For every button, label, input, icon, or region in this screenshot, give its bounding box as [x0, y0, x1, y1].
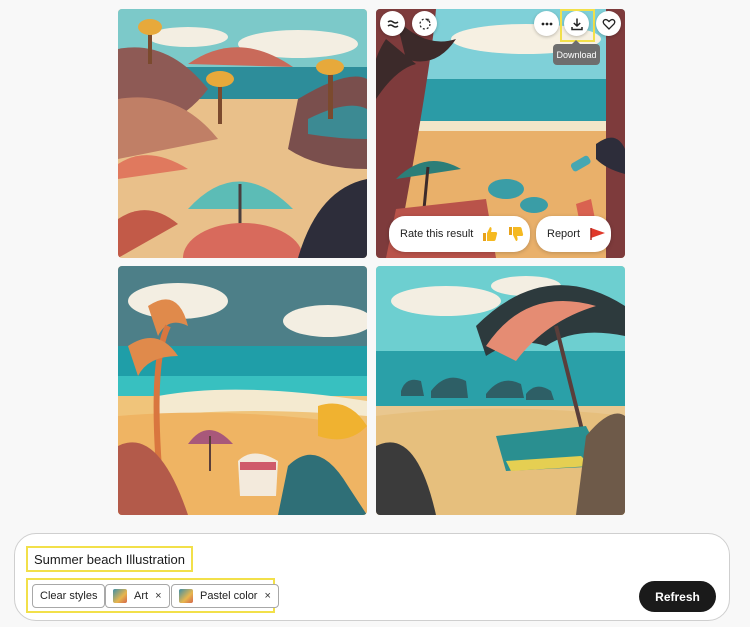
report-button[interactable]: Report — [536, 216, 611, 252]
thumbs-down-icon[interactable] — [507, 225, 525, 243]
sparkle-similar-icon — [418, 17, 431, 30]
refresh-button[interactable]: Refresh — [639, 581, 716, 612]
style-chip-label: Art — [134, 590, 149, 602]
remove-style-icon[interactable]: × — [264, 590, 270, 602]
beach-illustration-1 — [118, 9, 367, 258]
style-chip-art[interactable]: Art × — [105, 584, 170, 608]
clear-styles-label: Clear styles — [40, 590, 98, 602]
thumbs-up-icon[interactable] — [481, 225, 499, 243]
beach-illustration-4 — [376, 266, 625, 515]
beach-illustration-3 — [118, 266, 367, 515]
prompt-input[interactable]: Summer beach Illustration — [26, 546, 194, 572]
style-chip-pastel-color[interactable]: Pastel color × — [171, 584, 279, 608]
image-results-grid — [0, 0, 750, 520]
favorite-button[interactable] — [596, 11, 621, 36]
variation-button[interactable] — [380, 11, 405, 36]
remove-style-icon[interactable]: × — [155, 590, 161, 602]
download-highlight — [560, 9, 595, 42]
rate-result-pill: Rate this result — [389, 216, 530, 252]
generate-similar-button[interactable] — [412, 11, 437, 36]
report-label: Report — [547, 228, 581, 240]
rate-result-label: Rate this result — [400, 228, 474, 240]
result-image-3[interactable] — [118, 266, 367, 515]
more-options-icon — [541, 22, 552, 25]
download-tooltip: Download — [553, 40, 600, 65]
result-image-1[interactable] — [118, 9, 367, 258]
style-chip-label: Pastel color — [200, 590, 258, 602]
variation-icon — [387, 19, 398, 28]
style-thumbnail — [113, 589, 127, 603]
result-image-4[interactable] — [376, 266, 625, 515]
clear-styles-button[interactable]: Clear styles — [32, 584, 106, 608]
more-options-button[interactable] — [534, 11, 559, 36]
flag-icon — [590, 228, 606, 240]
style-thumbnail — [179, 589, 193, 603]
heart-icon — [602, 18, 615, 30]
